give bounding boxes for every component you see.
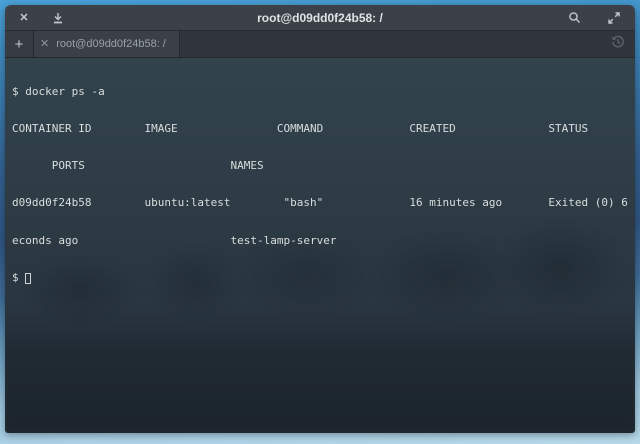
docker-ps-row-line2: econds ago test-lamp-server (12, 235, 635, 247)
docker-ps-header-line2: PORTS NAMES (12, 160, 635, 172)
history-button[interactable] (601, 31, 635, 57)
search-button[interactable] (559, 5, 589, 31)
terminal-output: $ docker ps -a CONTAINER ID IMAGE COMMAN… (5, 58, 635, 309)
new-tab-button[interactable]: + (5, 31, 34, 57)
history-icon (611, 35, 625, 54)
close-icon: ✕ (19, 11, 28, 24)
terminal-cursor (25, 273, 31, 284)
shell-prompt: $ (12, 272, 25, 284)
download-button[interactable] (43, 5, 73, 31)
prompt-line: $ (12, 272, 635, 284)
fullscreen-button[interactable] (599, 5, 629, 31)
tabbar: + ✕ root@d09dd0f24b58: / (5, 31, 635, 58)
tab-label: root@d09dd0f24b58: / (56, 38, 166, 50)
docker-ps-header-line1: CONTAINER ID IMAGE COMMAND CREATED STATU… (12, 123, 635, 135)
docker-ps-row-line1: d09dd0f24b58 ubuntu:latest "bash" 16 min… (12, 197, 635, 209)
tab-root-session[interactable]: ✕ root@d09dd0f24b58: / (34, 31, 180, 57)
plus-icon: + (15, 37, 24, 52)
terminal-window: ✕ root@d09dd0f24b58: / (5, 5, 635, 433)
tabbar-spacer (180, 31, 601, 57)
command-line: $ docker ps -a (12, 86, 635, 98)
search-icon (568, 11, 581, 24)
window-title: root@d09dd0f24b58: / (5, 5, 635, 30)
download-icon (52, 12, 64, 24)
titlebar: ✕ root@d09dd0f24b58: / (5, 5, 635, 31)
tab-close-icon[interactable]: ✕ (40, 39, 49, 50)
fullscreen-expand-icon (608, 12, 620, 24)
terminal-screen[interactable]: $ docker ps -a CONTAINER ID IMAGE COMMAN… (5, 58, 635, 433)
close-window-button[interactable]: ✕ (9, 5, 39, 31)
